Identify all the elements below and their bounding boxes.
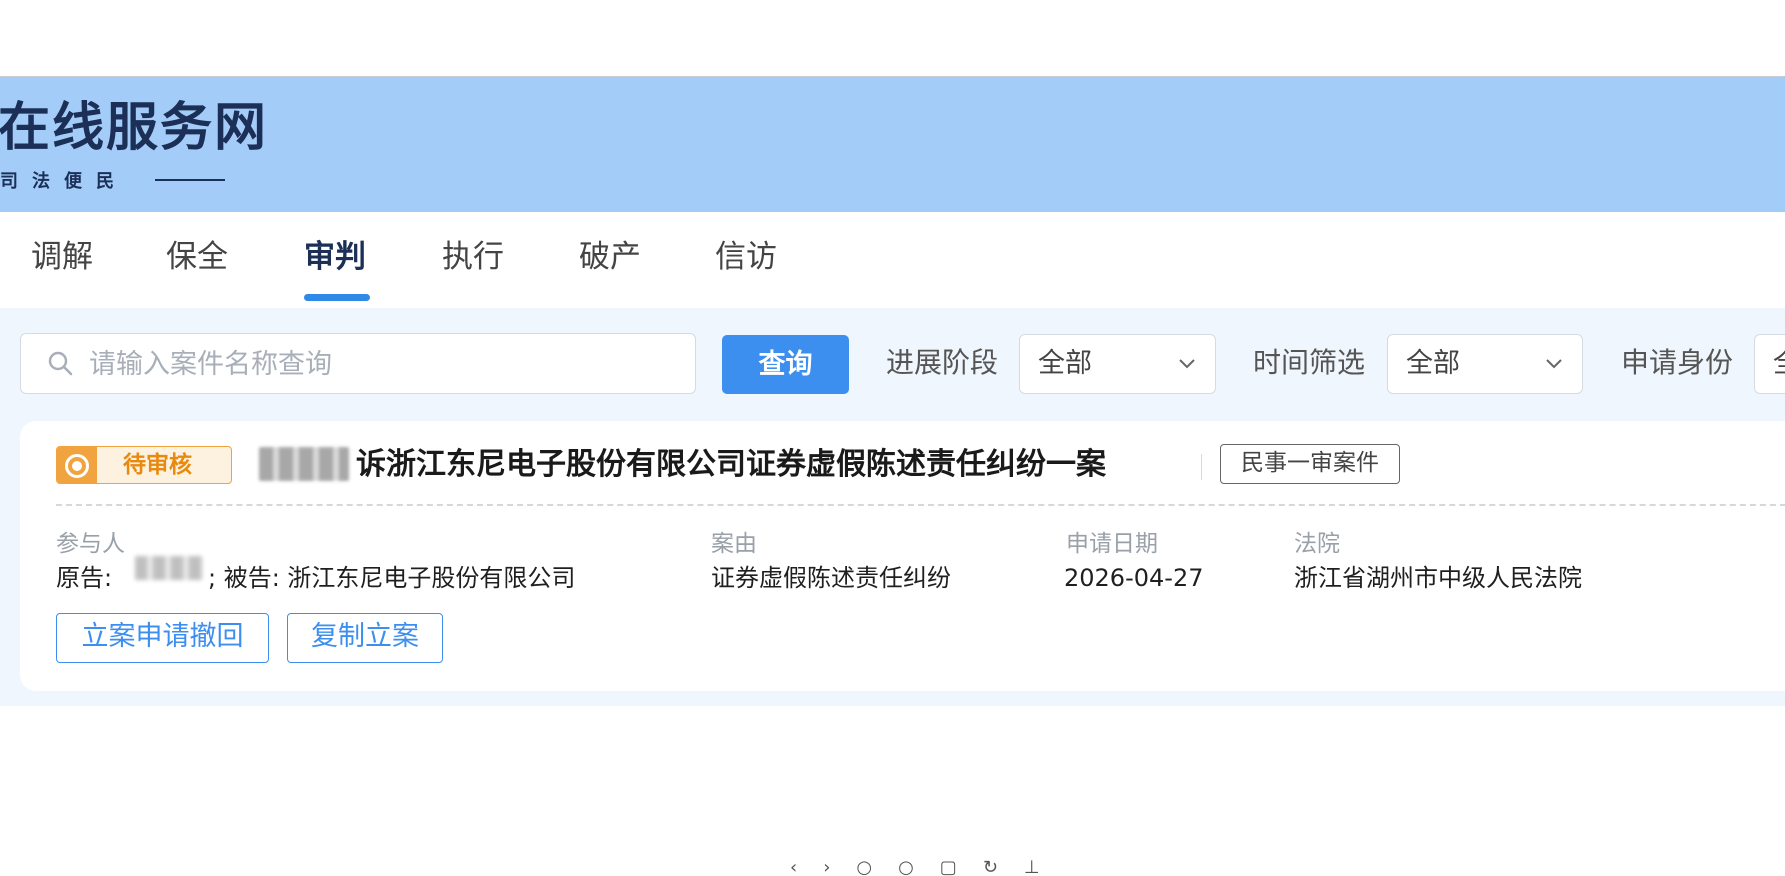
case-title[interactable]: 诉浙江东尼电子股份有限公司证券虚假陈述责任纠纷一案 <box>356 445 1106 485</box>
copy-filing-button[interactable]: 复制立案 <box>287 613 443 663</box>
chevron-down-icon <box>1546 359 1562 369</box>
viewer-toolbar: ‹›○○▢↻⊥ <box>790 860 1066 876</box>
stage-filter-label: 进展阶段 <box>886 346 999 379</box>
status-badge: 待审核 <box>56 446 232 484</box>
court-value: 浙江省湖州市中级人民法院 <box>1294 564 1582 592</box>
redacted-plaintiff <box>135 556 203 580</box>
cause-value: 证券虚假陈述责任纠纷 <box>711 564 951 592</box>
identity-filter-select[interactable]: 全 <box>1754 334 1785 394</box>
site-title: 在线服务网 <box>0 98 269 158</box>
site-header-banner: 在线服务网 司法便民 <box>0 77 1785 212</box>
court-label: 法院 <box>1294 531 1340 557</box>
redacted-plaintiff-name <box>259 447 349 481</box>
time-filter-select[interactable]: 全部 <box>1387 334 1583 394</box>
tab-trial[interactable]: 审判 <box>304 237 366 277</box>
case-list-area: 查询 进展阶段 全部 时间筛选 全部 申请身份 全 待审核 诉浙江东尼电子股份有… <box>0 308 1785 706</box>
tab-preservation[interactable]: 保全 <box>166 237 228 277</box>
stage-filter-value: 全部 <box>1038 348 1092 379</box>
participants-label: 参与人 <box>56 531 125 557</box>
site-slogan: 司法便民 <box>0 171 128 192</box>
top-blank-area <box>0 0 1785 77</box>
defendant-text: ; 被告: 浙江东尼电子股份有限公司 <box>208 564 576 592</box>
case-search-input[interactable] <box>87 342 681 386</box>
tab-execution[interactable]: 执行 <box>442 237 504 277</box>
query-button[interactable]: 查询 <box>722 335 849 394</box>
withdraw-filing-button[interactable]: 立案申请撤回 <box>56 613 269 663</box>
tab-petition[interactable]: 信访 <box>715 237 777 277</box>
status-badge-text: 待审核 <box>123 452 192 478</box>
case-type-tag: 民事一审案件 <box>1220 444 1400 484</box>
category-tabs: 调解 保全 审判 执行 破产 信访 <box>0 212 1785 308</box>
tab-mediation[interactable]: 调解 <box>31 237 93 277</box>
plaintiff-label: 原告: <box>56 564 113 592</box>
slogan-divider <box>155 179 225 181</box>
tab-bankruptcy[interactable]: 破产 <box>579 237 641 277</box>
pending-icon <box>57 447 97 483</box>
search-icon <box>48 351 73 376</box>
chevron-down-icon <box>1179 359 1195 369</box>
time-filter-value: 全部 <box>1406 348 1460 379</box>
title-divider <box>1201 454 1202 480</box>
case-search-box <box>20 333 696 394</box>
date-label: 申请日期 <box>1066 531 1158 557</box>
stage-filter-select[interactable]: 全部 <box>1019 334 1216 394</box>
cause-label: 案由 <box>711 531 757 557</box>
dashed-divider <box>56 504 1785 506</box>
time-filter-label: 时间筛选 <box>1253 346 1366 379</box>
identity-filter-value: 全 <box>1773 345 1785 383</box>
date-value: 2026-04-27 <box>1064 564 1204 592</box>
case-card: 待审核 诉浙江东尼电子股份有限公司证券虚假陈述责任纠纷一案 民事一审案件 参与人… <box>20 421 1785 691</box>
active-tab-indicator <box>304 294 370 301</box>
identity-filter-label: 申请身份 <box>1621 346 1734 379</box>
